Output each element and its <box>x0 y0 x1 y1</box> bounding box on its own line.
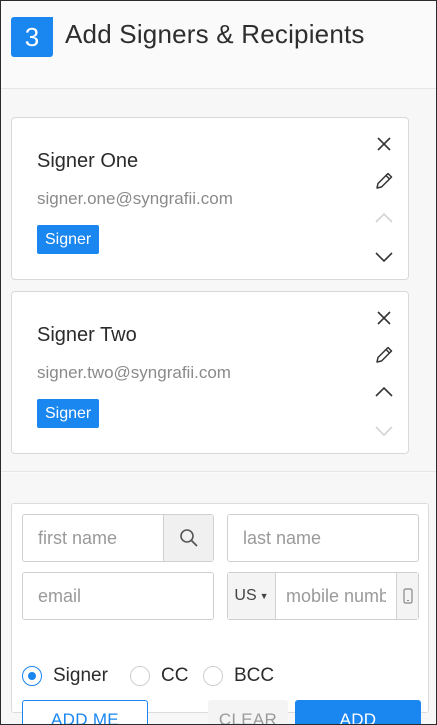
email-field <box>22 572 214 620</box>
page-title: Add Signers & Recipients <box>65 19 365 49</box>
signer-list: Signer One signer.one@syngrafii.com Sign… <box>1 89 436 472</box>
signer-name: Signer One <box>37 150 139 172</box>
search-icon <box>179 529 198 547</box>
caret-down-icon: ▼ <box>259 591 269 601</box>
add-recipient-form: US▼ Signer CC BCC <box>11 503 429 724</box>
role-radio-signer[interactable]: Signer <box>22 664 108 688</box>
edit-signer-button[interactable] <box>372 343 396 367</box>
signer-card: Signer Two signer.two@syngrafii.com Sign… <box>11 291 409 454</box>
signer-card: Signer One signer.one@syngrafii.com Sign… <box>11 117 409 280</box>
phone-type-toggle[interactable] <box>396 573 418 619</box>
signer-name: Signer Two <box>37 324 137 346</box>
email-input[interactable] <box>23 573 213 619</box>
role-radio-bcc[interactable]: BCC <box>203 664 274 688</box>
chevron-down-icon <box>375 252 393 263</box>
move-up-button[interactable] <box>372 380 396 404</box>
close-icon <box>377 311 391 325</box>
move-down-button[interactable] <box>372 419 396 443</box>
first-name-input[interactable] <box>23 515 163 561</box>
remove-signer-button[interactable] <box>372 132 396 156</box>
mobile-field: US ▼ <box>227 572 419 620</box>
edit-signer-button[interactable] <box>372 169 396 193</box>
contact-search-button[interactable] <box>163 515 213 561</box>
close-icon <box>377 137 391 151</box>
chevron-up-icon <box>375 386 393 397</box>
first-name-field <box>22 514 214 562</box>
mobile-phone-icon <box>402 588 413 604</box>
chevron-down-icon <box>375 426 393 437</box>
pencil-icon <box>376 172 393 189</box>
add-button[interactable]: ADD <box>295 700 421 724</box>
pencil-icon <box>376 346 393 363</box>
move-down-button[interactable] <box>372 245 396 269</box>
chevron-up-icon <box>375 212 393 223</box>
signer-email: signer.one@syngrafii.com <box>37 189 233 208</box>
add-me-button[interactable]: ADD ME <box>22 700 148 724</box>
role-radio-cc[interactable]: CC <box>130 664 188 688</box>
last-name-input[interactable] <box>228 515 418 561</box>
role-radio-label: CC <box>161 665 189 686</box>
clear-button[interactable]: CLEAR <box>208 700 288 724</box>
move-up-button[interactable] <box>372 206 396 230</box>
radio-unchecked-icon <box>203 666 223 686</box>
role-radio-label: BCC <box>234 665 275 686</box>
mobile-number-input[interactable] <box>276 573 396 619</box>
panel-header: 3 Add Signers & Recipients <box>1 1 436 89</box>
signer-email: signer.two@syngrafii.com <box>37 363 231 382</box>
signer-role-badge: Signer <box>37 225 100 254</box>
radio-checked-icon <box>22 666 42 686</box>
country-code-select[interactable]: US ▼ <box>228 573 276 619</box>
radio-unchecked-icon <box>130 666 150 686</box>
signer-role-badge: Signer <box>37 399 100 428</box>
step-number-badge: 3 <box>11 17 53 57</box>
add-signers-panel: 3 Add Signers & Recipients Signer One si… <box>0 0 437 725</box>
last-name-field <box>227 514 419 562</box>
remove-signer-button[interactable] <box>372 306 396 330</box>
role-radio-label: Signer <box>53 665 108 686</box>
add-recipient-section: US▼ Signer CC BCC <box>1 473 436 724</box>
country-code-value: US <box>234 587 257 604</box>
